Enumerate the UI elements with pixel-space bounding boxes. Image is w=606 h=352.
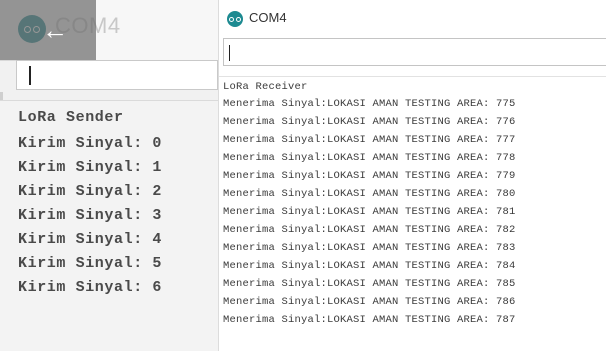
output-line: LoRa Receiver bbox=[223, 81, 308, 93]
receiver-serial-monitor-window: COM4 LoRa Receiver Menerima Sinyal:LOKAS… bbox=[218, 0, 606, 352]
output-line: Menerima Sinyal:LOKASI AMAN TESTING AREA… bbox=[223, 98, 516, 110]
text-caret bbox=[29, 66, 31, 85]
output-line: Menerima Sinyal:LOKASI AMAN TESTING AREA… bbox=[223, 170, 516, 182]
text-caret bbox=[229, 45, 230, 61]
receiver-send-input[interactable] bbox=[223, 38, 606, 66]
output-line: Menerima Sinyal:LOKASI AMAN TESTING AREA… bbox=[223, 224, 516, 236]
output-line: Kirim Sinyal: 6 bbox=[18, 279, 163, 296]
output-line: Menerima Sinyal:LOKASI AMAN TESTING AREA… bbox=[223, 134, 516, 146]
back-button[interactable]: ← bbox=[0, 0, 96, 60]
output-line: Menerima Sinyal:LOKASI AMAN TESTING AREA… bbox=[223, 278, 516, 290]
arduino-logo-icon bbox=[227, 11, 243, 27]
output-line: Menerima Sinyal:LOKASI AMAN TESTING AREA… bbox=[223, 314, 516, 326]
output-line: Kirim Sinyal: 0 bbox=[18, 135, 163, 152]
output-line: Kirim Sinyal: 3 bbox=[18, 207, 163, 224]
output-line: Menerima Sinyal:LOKASI AMAN TESTING AREA… bbox=[223, 152, 516, 164]
sender-send-input[interactable] bbox=[16, 60, 218, 90]
output-line: Kirim Sinyal: 1 bbox=[18, 159, 163, 176]
output-line: Menerima Sinyal:LOKASI AMAN TESTING AREA… bbox=[223, 242, 516, 254]
output-line: Menerima Sinyal:LOKASI AMAN TESTING AREA… bbox=[223, 260, 516, 272]
receiver-title-bar: COM4 bbox=[219, 0, 606, 36]
output-line: Kirim Sinyal: 4 bbox=[18, 231, 163, 248]
output-line: Kirim Sinyal: 2 bbox=[18, 183, 163, 200]
sender-output-area[interactable]: LoRa Sender Kirim Sinyal: 0 Kirim Sinyal… bbox=[0, 100, 218, 351]
sender-serial-monitor-window: COM4 ← LoRa Sender Kirim Sinyal: 0 Kirim… bbox=[0, 0, 218, 351]
output-line: Menerima Sinyal:LOKASI AMAN TESTING AREA… bbox=[223, 206, 516, 218]
output-line: Menerima Sinyal:LOKASI AMAN TESTING AREA… bbox=[223, 188, 516, 200]
output-line: LoRa Sender bbox=[18, 109, 124, 126]
output-line: Kirim Sinyal: 5 bbox=[18, 255, 163, 272]
sender-title-bar: COM4 ← bbox=[0, 0, 218, 61]
receiver-window-title: COM4 bbox=[249, 10, 287, 25]
output-line: Menerima Sinyal:LOKASI AMAN TESTING AREA… bbox=[223, 116, 516, 128]
back-arrow-icon: ← bbox=[42, 15, 68, 45]
receiver-output-area[interactable]: LoRa Receiver Menerima Sinyal:LOKASI AMA… bbox=[219, 76, 606, 352]
output-line: Menerima Sinyal:LOKASI AMAN TESTING AREA… bbox=[223, 296, 516, 308]
